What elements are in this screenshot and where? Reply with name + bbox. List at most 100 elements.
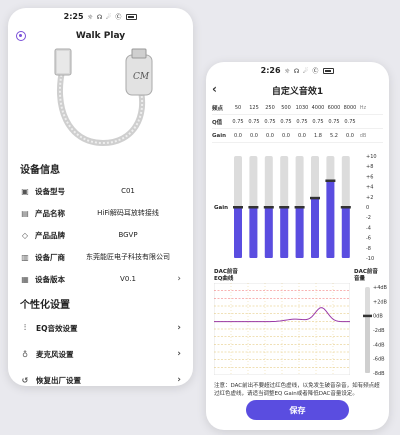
slider-fill — [264, 207, 273, 258]
save-button[interactable]: 保存 — [246, 400, 349, 420]
gain-scale-label: +4 — [366, 185, 373, 191]
version-icon: ▦ — [21, 274, 29, 284]
gain-row-label: Gain — [212, 132, 227, 139]
q-cell[interactable]: 0.75 — [342, 119, 358, 125]
freq-cell[interactable]: 125 — [246, 105, 262, 111]
gain-scale-label: -8 — [366, 246, 371, 252]
q-cell[interactable]: 0.75 — [230, 119, 246, 125]
info-value: HiFi解码耳放转接线 — [97, 209, 159, 217]
microphone-icon: ♁ — [22, 349, 28, 359]
setting-factory-reset[interactable]: ↺ 恢复出厂设置 › — [8, 367, 193, 386]
device-info-screen: 2:25 ☼ ☊ ☄ Ⓒ Walk Play CM 设备信息 ▣ 设备型号 C0… — [8, 8, 193, 386]
gain-cell[interactable]: 0.0 — [262, 133, 278, 139]
slider-fill — [249, 207, 258, 258]
setting-label: 恢复出厂设置 — [36, 375, 81, 385]
slider-fill — [311, 197, 319, 258]
eq-curve-chart — [214, 283, 350, 375]
slider-handle[interactable] — [279, 206, 290, 209]
status-bar: 2:25 ☼ ☊ ☄ Ⓒ — [8, 8, 193, 25]
freq-cell[interactable]: 500 — [278, 105, 294, 111]
gain-cell[interactable]: 5.2 — [326, 133, 342, 139]
back-arrow-icon[interactable]: ‹ — [212, 82, 217, 96]
settings-icon[interactable] — [16, 31, 26, 41]
slider-fill — [280, 207, 289, 258]
gain-cell[interactable]: 0.0 — [246, 133, 262, 139]
gain-row: Gain 0.0 0.0 0.0 0.0 0.0 1.8 5.2 0.0 dB — [212, 129, 383, 143]
status-bar: 2:26 ☼ ☊ ☄ Ⓒ — [206, 62, 389, 79]
equalizer-icon: ⫶ — [24, 323, 26, 332]
info-row-version[interactable]: ▦ 设备版本 V0.1 › — [8, 268, 193, 290]
dac-scale-label: -2dB — [373, 328, 385, 334]
freq-cell[interactable]: 50 — [230, 105, 246, 111]
dac-handle[interactable] — [363, 314, 372, 318]
info-row-model: ▣ 设备型号 C01 — [8, 180, 193, 202]
gain-scale-label: -10 — [366, 256, 374, 262]
slider-handle[interactable] — [263, 206, 274, 209]
info-value: V0.1 — [120, 275, 136, 283]
slider-handle[interactable] — [248, 206, 259, 209]
custom-eq-screen: 2:26 ☼ ☊ ☄ Ⓒ ‹ 自定义音效1 频点 50 125 250 500 … — [206, 62, 389, 430]
freq-row-label: 频点 — [212, 105, 224, 112]
setting-eq[interactable]: ⫶ EQ音效设置 › — [8, 315, 193, 341]
dac-scale-label: +2dB — [373, 299, 388, 305]
eq-parameter-table: 频点 50 125 250 500 1030 4000 6000 8000 Hz… — [206, 101, 389, 143]
dac-scale-label: 0dB — [373, 314, 383, 320]
gain-scale-label: +2 — [366, 195, 373, 201]
reset-icon: ↺ — [21, 375, 29, 385]
page-title: Walk Play — [75, 31, 126, 41]
svg-text:CM: CM — [133, 72, 150, 82]
gain-scale-label: -4 — [366, 225, 371, 231]
section-device-info: 设备信息 — [20, 165, 60, 176]
slider-handle[interactable] — [233, 206, 243, 209]
freq-cell[interactable]: 6000 — [326, 105, 342, 111]
chevron-right-icon: › — [177, 274, 181, 284]
warning-note: 注意：DAC前出不要超过红色虚线，以免发生破音杂音，如有频点超过红色虚线，请适当… — [214, 383, 380, 397]
setting-microphone[interactable]: ♁ 麦克风设置 › — [8, 341, 193, 367]
dac-volume-slider[interactable]: +4dB +2dB 0dB -2dB -4dB -6dB -8dB — [351, 283, 389, 379]
app-header: Walk Play — [8, 25, 193, 47]
gain-cell[interactable]: 0.0 — [294, 133, 310, 139]
gain-cell[interactable]: 0.0 — [278, 133, 294, 139]
slider-handle[interactable] — [310, 196, 320, 200]
freq-row: 频点 50 125 250 500 1030 4000 6000 8000 Hz — [212, 101, 383, 115]
chevron-right-icon: › — [177, 375, 181, 385]
tag-icon: ◇ — [21, 230, 29, 240]
gain-sliders[interactable]: +10 +8 +6 +4 +2 0 -2 -4 -6 -8 -10 — [206, 154, 389, 264]
setting-label: EQ音效设置 — [36, 323, 78, 333]
freq-cell[interactable]: 250 — [262, 105, 278, 111]
q-cell[interactable]: 0.75 — [310, 119, 326, 125]
gain-scale-label: +10 — [366, 154, 377, 160]
info-row-manufacturer: ▥ 设备厂商 东莞能匠电子科技有限公司 — [8, 246, 193, 268]
gain-cell[interactable]: 1.8 — [310, 133, 326, 139]
info-label: 设备型号 — [35, 186, 65, 196]
page-title: 自定义音效1 — [271, 86, 324, 97]
gain-cell[interactable]: 0.0 — [230, 133, 246, 139]
freq-cell[interactable]: 1030 — [294, 105, 310, 111]
gain-cell[interactable]: 0.0 — [342, 133, 358, 139]
q-cell[interactable]: 0.75 — [326, 119, 342, 125]
dac-label: 音量 — [354, 276, 366, 282]
info-label: 产品名称 — [35, 208, 65, 218]
freq-cell[interactable]: 4000 — [310, 105, 326, 111]
info-label: 设备厂商 — [35, 252, 65, 262]
app-header: ‹ 自定义音效1 — [206, 79, 389, 101]
slider-handle[interactable] — [294, 206, 305, 209]
slider-handle[interactable] — [340, 206, 351, 209]
q-cell[interactable]: 0.75 — [246, 119, 262, 125]
slider-fill — [341, 207, 350, 258]
gain-scale-label: +8 — [366, 164, 373, 170]
q-cell[interactable]: 0.75 — [262, 119, 278, 125]
curve-label: EQ曲线 — [214, 276, 234, 282]
info-value: C01 — [121, 187, 135, 195]
dac-fill — [365, 315, 370, 373]
q-cell[interactable]: 0.75 — [294, 119, 310, 125]
gain-scale-label: +6 — [366, 174, 373, 180]
freq-cell[interactable]: 8000 — [342, 105, 358, 111]
gain-scale-label: -6 — [366, 236, 371, 242]
info-row-brand: ◇ 产品品牌 BGVP — [8, 224, 193, 246]
dac-scale-label: -6dB — [373, 357, 385, 363]
q-cell[interactable]: 0.75 — [278, 119, 294, 125]
slider-handle[interactable] — [325, 179, 336, 182]
gain-scale-label: -2 — [366, 215, 371, 221]
product-image: CM — [8, 47, 193, 155]
